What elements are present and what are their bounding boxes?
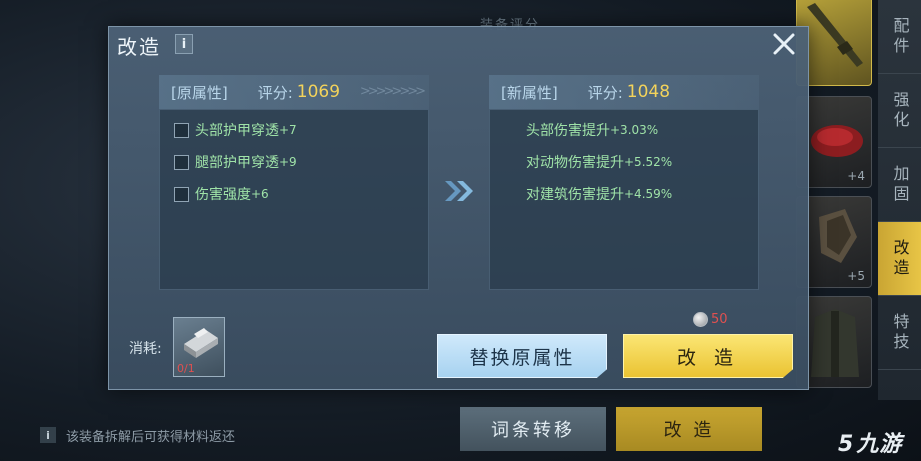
attribute-name: 头部护甲穿透 [195, 123, 279, 139]
modify-confirm-button[interactable]: 改 造 [623, 334, 793, 378]
attribute-bonus: +4.59% [624, 187, 673, 201]
info-icon: i [40, 427, 56, 443]
logo-text: 九游 [856, 432, 903, 457]
new-score: 1048 [626, 82, 671, 102]
original-label: [原属性] [171, 83, 228, 102]
attribute-name: 腿部护甲穿透 [195, 155, 279, 171]
tab-reinforce[interactable]: 加固 [878, 148, 921, 222]
new-attributes-list: 头部伤害提升 +3.03% 对动物伤害提升 +5.52% 对建筑伤害提升 +4.… [489, 109, 759, 290]
score-label: 评分: [587, 83, 623, 102]
material-count: 0/1 [177, 362, 195, 375]
attribute-row[interactable]: 头部护甲穿透 +7 [174, 120, 297, 140]
double-chevron-right-icon [445, 181, 473, 201]
silver-coin-icon [693, 312, 708, 327]
attribute-row[interactable]: 腿部护甲穿透 +9 [174, 152, 297, 172]
dialog-header: 改造 i [109, 27, 808, 61]
new-attributes-panel: [新属性] 评分: 1048 头部伤害提升 +3.03% 对动物伤害提升 +5.… [489, 75, 759, 290]
modify-dialog: 改造 i [原属性] 评分: 1069 >>>>>>>> 头部护甲穿透 +7 腿… [108, 26, 809, 390]
coin-cost: 50 [693, 312, 728, 327]
tab-skills[interactable]: 特技 [878, 296, 921, 370]
tab-accessories[interactable]: 配件 [878, 0, 921, 74]
new-panel-header: [新属性] 评分: 1048 [489, 75, 759, 109]
attribute-row[interactable]: 伤害强度 +6 [174, 184, 269, 204]
attribute-name: 对动物伤害提升 [526, 155, 624, 171]
attribute-name: 头部伤害提升 [526, 123, 610, 139]
cost-label: 消耗: [129, 341, 162, 357]
attribute-bonus: +9 [279, 155, 297, 169]
tab-enhance[interactable]: 强化 [878, 74, 921, 148]
side-tab-bar: 配件 强化 加固 改造 特技 [878, 0, 921, 400]
attribute-checkbox[interactable] [174, 186, 189, 202]
new-attribute-row: 头部伤害提升 +3.03% [526, 120, 658, 140]
new-label: [新属性] [501, 83, 558, 102]
slot-level: +5 [847, 269, 865, 283]
attribute-transfer-button[interactable]: 词条转移 [460, 407, 606, 451]
score-label: 评分: [257, 83, 293, 102]
attribute-bonus: +3.03% [610, 123, 659, 137]
dismantle-hint: i 该装备拆解后可获得材料返还 [40, 422, 420, 448]
tab-modify[interactable]: 改造 [878, 222, 921, 296]
dismantle-hint-text: 该装备拆解后可获得材料返还 [66, 429, 236, 445]
slot-level: +4 [847, 169, 865, 183]
original-attributes-list: 头部护甲穿透 +7 腿部护甲穿透 +9 伤害强度 +6 [159, 109, 429, 290]
attribute-name: 伤害强度 [195, 187, 251, 203]
new-attribute-row: 对动物伤害提升 +5.52% [526, 152, 672, 172]
attribute-bonus: +7 [279, 123, 297, 137]
attribute-bonus: +6 [251, 187, 269, 201]
watermark-logo: 5九游 [838, 426, 902, 458]
attribute-bonus: +5.52% [624, 155, 673, 169]
new-attribute-row: 对建筑伤害提升 +4.59% [526, 184, 672, 204]
material-item[interactable]: 0/1 [173, 317, 225, 377]
attribute-checkbox[interactable] [174, 154, 189, 170]
metal-plate-icon [184, 328, 218, 358]
info-icon[interactable]: i [175, 34, 193, 54]
original-score: 1069 [296, 82, 341, 102]
close-icon [773, 33, 795, 55]
dialog-title: 改造 [117, 35, 161, 59]
close-button[interactable] [769, 29, 799, 59]
original-attributes-panel: [原属性] 评分: 1069 >>>>>>>> 头部护甲穿透 +7 腿部护甲穿透… [159, 75, 429, 290]
coin-cost-value: 50 [711, 312, 728, 327]
background-modify-button[interactable]: 改 造 [616, 407, 762, 451]
attribute-checkbox[interactable] [174, 122, 189, 138]
replace-attributes-button[interactable]: 替换原属性 [437, 334, 607, 378]
logo-mark: 5 [838, 432, 855, 457]
chevrons-decoration-icon: >>>>>>>> [359, 84, 426, 99]
attribute-name: 对建筑伤害提升 [526, 187, 624, 203]
original-panel-header: [原属性] 评分: 1069 >>>>>>>> [159, 75, 429, 109]
